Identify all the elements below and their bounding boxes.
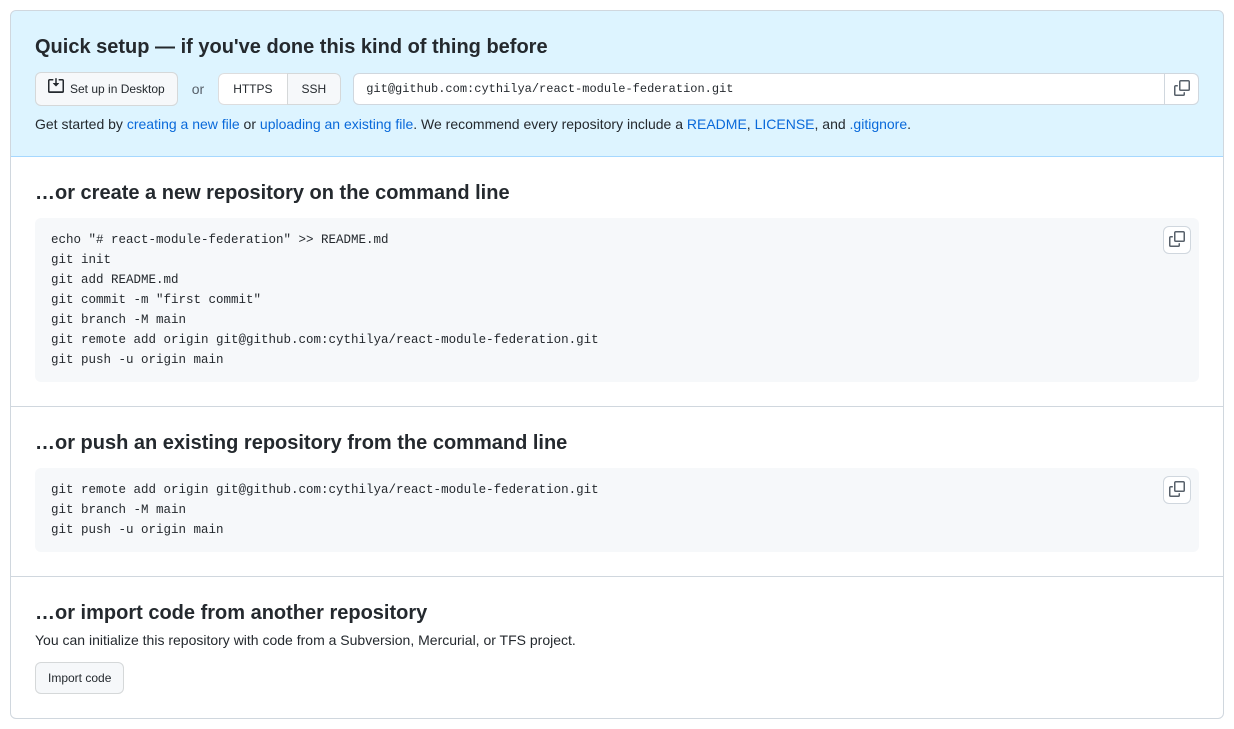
protocol-toggle: HTTPS SSH bbox=[218, 73, 341, 105]
push-existing-section: …or push an existing repository from the… bbox=[11, 407, 1223, 577]
import-description: You can initialize this repository with … bbox=[35, 632, 1199, 648]
import-code-button[interactable]: Import code bbox=[35, 662, 124, 694]
setup-desktop-label: Set up in Desktop bbox=[70, 79, 165, 99]
push-existing-code-wrap: git remote add origin git@github.com:cyt… bbox=[35, 468, 1199, 552]
copy-icon bbox=[1169, 481, 1185, 500]
copy-url-button[interactable] bbox=[1165, 73, 1199, 105]
import-section: …or import code from another repository … bbox=[11, 577, 1223, 718]
quick-setup-row: Set up in Desktop or HTTPS SSH bbox=[35, 72, 1199, 106]
link-license[interactable]: LICENSE bbox=[755, 116, 815, 132]
link-gitignore[interactable]: .gitignore bbox=[850, 116, 908, 132]
create-new-code-wrap: echo "# react-module-federation" >> READ… bbox=[35, 218, 1199, 382]
create-new-section: …or create a new repository on the comma… bbox=[11, 157, 1223, 407]
import-title: …or import code from another repository bbox=[35, 601, 1199, 626]
protocol-https-button[interactable]: HTTPS bbox=[218, 73, 286, 105]
clone-url-wrap bbox=[353, 73, 1199, 105]
create-new-code[interactable]: echo "# react-module-federation" >> READ… bbox=[35, 218, 1199, 382]
repo-setup-box: Quick setup — if you've done this kind o… bbox=[10, 10, 1224, 719]
copy-icon bbox=[1169, 231, 1185, 250]
copy-push-existing-button[interactable] bbox=[1163, 476, 1191, 504]
protocol-ssh-button[interactable]: SSH bbox=[287, 73, 342, 105]
setup-desktop-button[interactable]: Set up in Desktop bbox=[35, 72, 178, 106]
copy-icon bbox=[1174, 80, 1190, 99]
link-new-file[interactable]: creating a new file bbox=[127, 116, 240, 132]
push-existing-title: …or push an existing repository from the… bbox=[35, 431, 1199, 456]
quick-setup-section: Quick setup — if you've done this kind o… bbox=[10, 10, 1224, 157]
link-upload-file[interactable]: uploading an existing file bbox=[260, 116, 413, 132]
push-existing-code[interactable]: git remote add origin git@github.com:cyt… bbox=[35, 468, 1199, 552]
or-text: or bbox=[192, 81, 204, 97]
clone-url-input[interactable] bbox=[353, 73, 1165, 105]
desktop-download-icon bbox=[48, 78, 70, 100]
copy-create-new-button[interactable] bbox=[1163, 226, 1191, 254]
quick-setup-helper: Get started by creating a new file or up… bbox=[35, 116, 1199, 132]
create-new-title: …or create a new repository on the comma… bbox=[35, 181, 1199, 206]
quick-setup-title: Quick setup — if you've done this kind o… bbox=[35, 35, 1199, 60]
link-readme[interactable]: README bbox=[687, 116, 747, 132]
